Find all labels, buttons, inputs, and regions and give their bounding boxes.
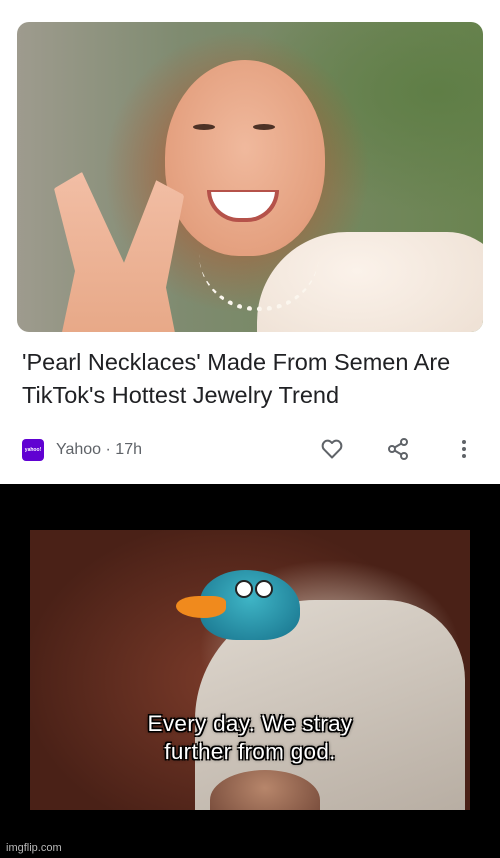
platypus-eye <box>255 580 273 598</box>
platypus-beak <box>176 596 226 618</box>
article-image[interactable] <box>17 22 483 332</box>
more-options-button[interactable] <box>451 436 477 462</box>
eye-left <box>193 124 215 130</box>
article-age: · 17h <box>105 441 142 458</box>
yahoo-logo-icon: yahoo! <box>22 439 44 461</box>
article-meta: yahoo! Yahoo · 17h <box>22 438 142 462</box>
eye-right <box>253 124 275 130</box>
imgflip-watermark: imgflip.com <box>6 842 62 854</box>
meme-panel: Every day. We stray further from god. <box>0 484 500 858</box>
heart-icon <box>321 439 343 459</box>
face <box>165 60 325 256</box>
meme-image <box>30 530 470 810</box>
platypus-eye <box>235 580 253 598</box>
share-icon <box>388 438 408 460</box>
source-name: Yahoo · 17h <box>56 441 142 458</box>
yahoo-logo-text: yahoo! <box>24 447 42 453</box>
peace-sign-hand <box>54 172 185 332</box>
more-vert-icon <box>462 440 466 458</box>
share-button[interactable] <box>385 436 411 462</box>
news-card[interactable]: 'Pearl Necklaces' Made From Semen Are Ti… <box>0 0 500 484</box>
like-button[interactable] <box>319 436 345 462</box>
article-headline[interactable]: 'Pearl Necklaces' Made From Semen Are Ti… <box>22 346 482 412</box>
meme-caption: Every day. We stray further from god. <box>147 711 353 764</box>
